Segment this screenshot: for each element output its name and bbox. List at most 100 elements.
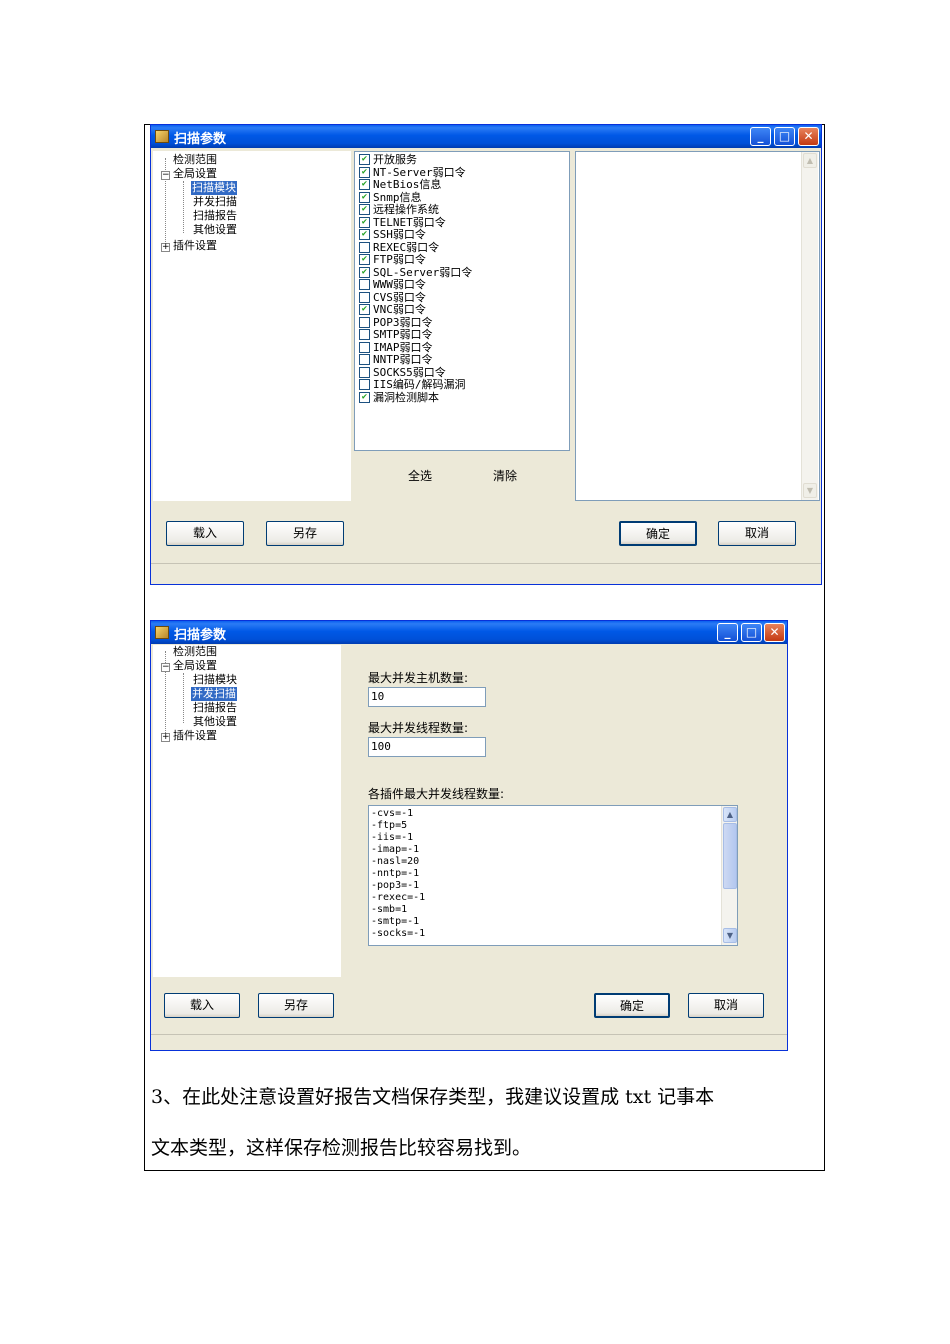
close-button[interactable]: ✕ bbox=[764, 623, 785, 642]
checkbox-checked-icon[interactable] bbox=[359, 204, 370, 215]
module-checkbox-row[interactable]: SMTP弱口令 bbox=[359, 329, 433, 341]
tree-item-other-settings[interactable]: 其他设置 bbox=[193, 715, 237, 729]
minimize-button[interactable]: _ bbox=[717, 623, 738, 642]
tree-item-scan-modules[interactable]: 扫描模块 bbox=[191, 181, 237, 195]
window-title: 扫描参数 bbox=[174, 132, 227, 147]
module-checkbox-row[interactable]: IIS编码/解码漏洞 bbox=[359, 379, 466, 391]
detail-scrollbar[interactable]: ▲ ▼ bbox=[801, 152, 818, 500]
app-icon bbox=[155, 130, 169, 143]
ok-button[interactable]: 确定 bbox=[619, 521, 697, 546]
max-threads-input[interactable]: 100 bbox=[368, 737, 486, 757]
load-button[interactable]: 载入 bbox=[166, 521, 244, 546]
tree-item-other-settings[interactable]: 其他设置 bbox=[193, 223, 237, 237]
checkbox-checked-icon[interactable] bbox=[359, 179, 370, 190]
tree-expand-icon[interactable]: + bbox=[161, 733, 170, 742]
module-checkbox-row[interactable]: NT-Server弱口令 bbox=[359, 165, 466, 179]
textarea-scrollbar[interactable]: ▲ ▼ bbox=[721, 806, 737, 945]
clear-button[interactable]: 清除 bbox=[476, 465, 534, 490]
checkbox-checked-icon[interactable] bbox=[359, 266, 370, 278]
module-checkbox-row[interactable]: NNTP弱口令 bbox=[359, 354, 433, 366]
module-checkbox-row[interactable]: FTP弱口令 bbox=[359, 254, 426, 266]
title-bar[interactable]: 扫描参数 _ □ ✕ bbox=[151, 621, 787, 644]
maximize-button[interactable]: □ bbox=[774, 127, 795, 146]
module-label: VNC弱口令 bbox=[373, 303, 426, 316]
tree-item-concurrent-scan[interactable]: 并发扫描 bbox=[193, 195, 237, 209]
tree-item-scan-range[interactable]: 检测范围 bbox=[173, 645, 217, 659]
plugin-threads-textarea[interactable]: -cvs=-1 -ftp=5 -iis=-1 -imap=-1 -nasl=20 -nnt… bbox=[368, 805, 738, 946]
module-checkbox-row[interactable]: TELNET弱口令 bbox=[359, 216, 446, 229]
module-checkbox-row[interactable]: 远程操作系统 bbox=[359, 204, 439, 216]
tree-item-plugin-settings[interactable]: 插件设置 bbox=[173, 729, 217, 743]
tree-collapse-icon[interactable]: − bbox=[161, 663, 170, 672]
tree-item-global-settings[interactable]: 全局设置 bbox=[173, 167, 217, 181]
scroll-up-icon[interactable]: ▲ bbox=[803, 153, 817, 168]
tree-item-scan-modules[interactable]: 扫描模块 bbox=[193, 673, 237, 687]
module-checkbox-row[interactable]: SQL-Server弱口令 bbox=[359, 266, 472, 279]
module-checkbox-row[interactable]: 漏洞检测脚本 bbox=[359, 391, 439, 404]
module-label: NT-Server弱口令 bbox=[373, 165, 466, 179]
tree-item-scan-report[interactable]: 扫描报告 bbox=[193, 209, 237, 223]
module-checkbox-row[interactable]: SSH弱口令 bbox=[359, 229, 426, 241]
tree-item-global-settings[interactable]: 全局设置 bbox=[173, 659, 217, 673]
module-checkbox-row[interactable]: IMAP弱口令 bbox=[359, 341, 433, 354]
checkbox-checked-icon[interactable] bbox=[359, 254, 370, 265]
scroll-up-icon[interactable]: ▲ bbox=[723, 807, 737, 822]
max-threads-label: 最大并发线程数量: bbox=[368, 721, 469, 735]
tree-item-concurrent-scan[interactable]: 并发扫描 bbox=[191, 687, 237, 701]
module-checkbox-row[interactable]: NetBios信息 bbox=[359, 179, 441, 191]
save-as-button[interactable]: 另存 bbox=[258, 993, 334, 1018]
checkbox-unchecked-icon[interactable] bbox=[359, 316, 370, 328]
module-checkbox-row[interactable]: 开放服务 bbox=[359, 154, 417, 166]
checkbox-unchecked-icon[interactable] bbox=[359, 354, 370, 365]
select-all-button[interactable]: 全选 bbox=[391, 465, 449, 490]
module-checkbox-row[interactable]: CVS弱口令 bbox=[359, 290, 426, 304]
checkbox-checked-icon[interactable] bbox=[359, 216, 370, 228]
scroll-thumb[interactable] bbox=[723, 823, 737, 889]
checkbox-unchecked-icon[interactable] bbox=[359, 279, 370, 290]
plugin-thread-line: -socks=-1 bbox=[371, 928, 426, 939]
scan-params-window-concurrency: 扫描参数 _ □ ✕ 检测范围 − 全局设置 扫描模块 并发扫描 扫描报告 其他… bbox=[150, 620, 788, 1051]
checkbox-unchecked-icon[interactable] bbox=[359, 291, 370, 303]
module-checkbox-row[interactable]: WWW弱口令 bbox=[359, 279, 426, 291]
checkbox-checked-icon[interactable] bbox=[359, 304, 370, 315]
checkbox-checked-icon[interactable] bbox=[359, 191, 370, 203]
module-checkbox-row[interactable]: REXEC弱口令 bbox=[359, 241, 439, 254]
checkbox-checked-icon[interactable] bbox=[359, 166, 370, 178]
module-checkbox-row[interactable]: SOCKS5弱口令 bbox=[359, 366, 446, 379]
tree-item-plugin-settings[interactable]: 插件设置 bbox=[173, 239, 217, 253]
close-button[interactable]: ✕ bbox=[798, 127, 819, 146]
checkbox-unchecked-icon[interactable] bbox=[359, 341, 370, 353]
app-icon bbox=[155, 626, 169, 639]
ok-button[interactable]: 确定 bbox=[594, 993, 670, 1018]
save-as-button[interactable]: 另存 bbox=[266, 521, 344, 546]
tree-collapse-icon[interactable]: − bbox=[161, 171, 170, 180]
module-checkbox-row[interactable]: Snmp信息 bbox=[359, 191, 422, 204]
load-button[interactable]: 载入 bbox=[164, 993, 240, 1018]
checkbox-unchecked-icon[interactable] bbox=[359, 366, 370, 378]
scroll-down-icon[interactable]: ▼ bbox=[723, 928, 737, 943]
plugin-threads-label: 各插件最大并发线程数量: bbox=[368, 787, 505, 801]
checkbox-checked-icon[interactable] bbox=[359, 229, 370, 240]
module-label: CVS弱口令 bbox=[373, 290, 426, 304]
title-bar[interactable]: 扫描参数 _ □ ✕ bbox=[151, 125, 821, 148]
checkbox-unchecked-icon[interactable] bbox=[359, 379, 370, 390]
minimize-button[interactable]: _ bbox=[750, 127, 771, 146]
module-checkbox-row[interactable]: VNC弱口令 bbox=[359, 304, 426, 316]
max-hosts-input[interactable]: 10 bbox=[368, 687, 486, 707]
checkbox-unchecked-icon[interactable] bbox=[359, 329, 370, 340]
checkbox-unchecked-icon[interactable] bbox=[359, 241, 370, 253]
plugin-thread-line: -cvs=-1 bbox=[371, 808, 414, 819]
max-hosts-label: 最大并发主机数量: bbox=[368, 671, 469, 685]
tree-item-scan-range[interactable]: 检测范围 bbox=[173, 153, 217, 167]
module-checkbox-row[interactable]: POP3弱口令 bbox=[359, 316, 433, 329]
checkbox-checked-icon[interactable] bbox=[359, 154, 370, 165]
tree-expand-icon[interactable]: + bbox=[161, 243, 170, 252]
checkbox-checked-icon[interactable] bbox=[359, 391, 370, 403]
scroll-down-icon[interactable]: ▼ bbox=[803, 483, 817, 498]
cancel-button[interactable]: 取消 bbox=[688, 993, 764, 1018]
module-label: FTP弱口令 bbox=[373, 253, 426, 266]
module-detail-panel: ▲ ▼ bbox=[575, 151, 820, 501]
maximize-button[interactable]: □ bbox=[741, 623, 762, 642]
cancel-button[interactable]: 取消 bbox=[718, 521, 796, 546]
tree-item-scan-report[interactable]: 扫描报告 bbox=[193, 701, 237, 715]
